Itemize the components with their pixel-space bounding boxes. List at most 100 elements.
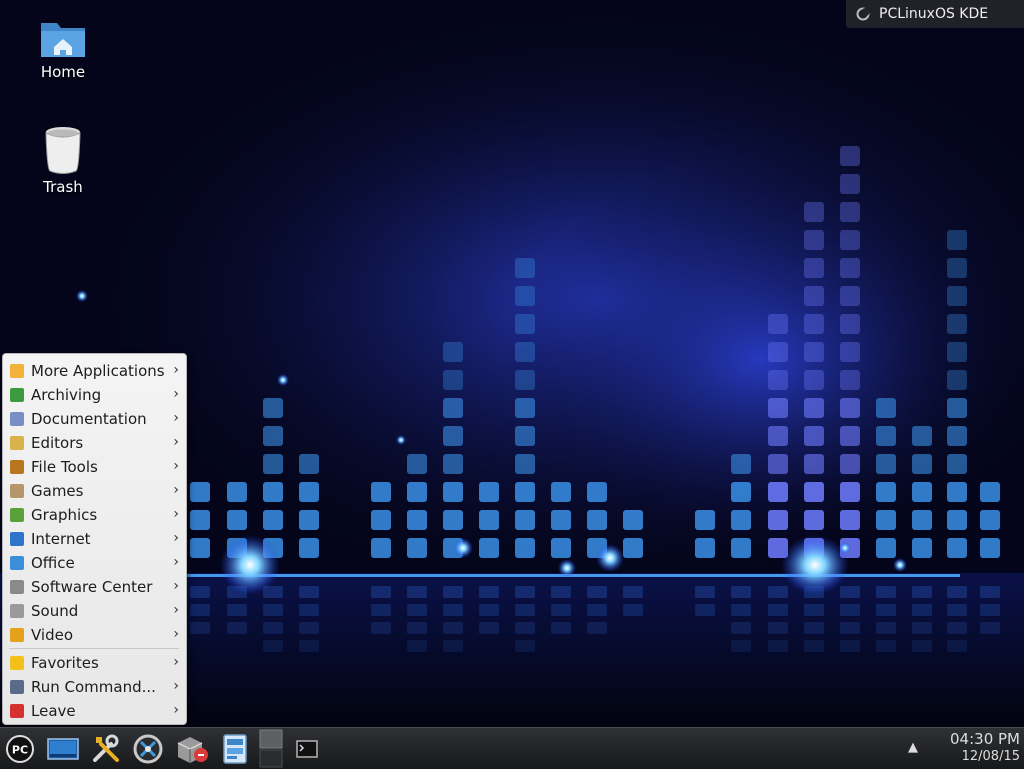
equalizer-cell <box>587 510 607 530</box>
equalizer-reflection <box>980 622 1000 634</box>
equalizer-cell <box>768 510 788 530</box>
desktop-icon-home[interactable]: Home <box>18 17 108 81</box>
equalizer-reflection <box>623 604 643 616</box>
equalizer-cell <box>371 510 391 530</box>
chevron-right-icon: › <box>173 410 179 426</box>
digital-clock[interactable]: 04:30 PM 12/08/15 <box>950 730 1020 764</box>
chevron-right-icon: › <box>173 362 179 378</box>
equalizer-reflection <box>980 586 1000 598</box>
system-tools-button[interactable] <box>88 728 124 769</box>
equalizer-cell <box>947 230 967 250</box>
equalizer-cell <box>768 342 788 362</box>
menu-item-sound[interactable]: Sound › <box>3 599 186 622</box>
editors-icon <box>10 435 24 450</box>
chevron-right-icon: › <box>173 530 179 546</box>
menu-item-label: Office <box>31 553 75 572</box>
menu-item-office[interactable]: Office › <box>3 551 186 574</box>
equalizer-reflection <box>804 640 824 652</box>
equalizer-reflection <box>479 604 499 616</box>
menu-item-archiving[interactable]: Archiving › <box>3 383 186 406</box>
equalizer-cell <box>190 482 210 502</box>
show-desktop-button[interactable] <box>44 728 82 769</box>
pager-icon <box>259 729 283 768</box>
equalizer-reflection <box>443 604 463 616</box>
desktop-icon-home-label: Home <box>40 63 86 81</box>
file-manager-button[interactable] <box>218 728 252 769</box>
control-center-icon <box>133 734 163 763</box>
equalizer-reflection <box>479 586 499 598</box>
pclinuxos-menu-button[interactable]: PC <box>2 728 38 769</box>
equalizer-reflection <box>980 604 1000 616</box>
application-menu: More Applications › Archiving › Documentatio… <box>2 353 187 725</box>
equalizer-reflection <box>768 640 788 652</box>
menu-item-internet[interactable]: Internet › <box>3 527 186 550</box>
trash-icon <box>45 127 81 174</box>
chevron-right-icon: › <box>173 434 179 450</box>
chevron-right-icon: › <box>173 702 179 718</box>
equalizer-reflection <box>587 622 607 634</box>
menu-item-leave[interactable]: Leave › <box>3 699 186 722</box>
equalizer-reflection <box>407 604 427 616</box>
equalizer-cell <box>840 370 860 390</box>
equalizer-cell <box>443 370 463 390</box>
equalizer-cell <box>876 454 896 474</box>
system-tray-expand-icon[interactable]: ▲ <box>908 740 918 755</box>
software-center-icon <box>10 579 24 594</box>
menu-item-label: Favorites <box>31 653 99 672</box>
menu-item-games[interactable]: Games › <box>3 479 186 502</box>
equalizer-cell <box>804 286 824 306</box>
internet-icon <box>10 531 24 546</box>
equalizer-reflection <box>912 604 932 616</box>
menu-item-label: Editors <box>31 433 84 452</box>
menu-item-documentation[interactable]: Documentation › <box>3 407 186 430</box>
equalizer-reflection <box>263 604 283 616</box>
menu-item-graphics[interactable]: Graphics › <box>3 503 186 526</box>
equalizer-cell <box>407 538 427 558</box>
equalizer-cell <box>876 538 896 558</box>
equalizer-cell <box>947 370 967 390</box>
equalizer-cell <box>731 538 751 558</box>
package-manager-button[interactable] <box>172 728 212 769</box>
system-tools-icon <box>93 734 119 762</box>
equalizer-cell <box>515 482 535 502</box>
equalizer-cell <box>227 510 247 530</box>
menu-item-favorites[interactable]: Favorites › <box>3 651 186 674</box>
menu-item-software-center[interactable]: Software Center › <box>3 575 186 598</box>
equalizer-reflection <box>947 622 967 634</box>
equalizer-cell <box>407 510 427 530</box>
equalizer-cell <box>876 426 896 446</box>
virtual-desktop-pager[interactable] <box>258 728 284 769</box>
equalizer-cell <box>947 510 967 530</box>
equalizer-cell <box>947 342 967 362</box>
equalizer-reflection <box>768 586 788 598</box>
menu-item-run-command[interactable]: Run Command... › <box>3 675 186 698</box>
equalizer-cell <box>768 482 788 502</box>
equalizer-reflection <box>263 640 283 652</box>
equalizer-cell <box>804 258 824 278</box>
terminal-task-button[interactable] <box>292 728 322 769</box>
pclinuxos-menu-icon: PC <box>6 734 34 763</box>
equalizer-cell <box>947 482 967 502</box>
menu-item-file-tools[interactable]: File Tools › <box>3 455 186 478</box>
equalizer-reflection <box>443 640 463 652</box>
desktop-icon-trash[interactable]: Trash <box>18 126 108 196</box>
equalizer-cell <box>947 454 967 474</box>
equalizer-reflection <box>840 604 860 616</box>
equalizer-cell <box>804 230 824 250</box>
equalizer-reflection <box>190 604 210 616</box>
menu-item-editors[interactable]: Editors › <box>3 431 186 454</box>
chevron-right-icon: › <box>173 626 179 642</box>
menu-item-more-applications[interactable]: More Applications › <box>3 359 186 382</box>
archiving-icon <box>10 387 24 402</box>
chevron-right-icon: › <box>173 602 179 618</box>
control-center-button[interactable] <box>130 728 166 769</box>
chevron-right-icon: › <box>173 506 179 522</box>
sound-icon <box>10 603 24 618</box>
menu-item-video[interactable]: Video › <box>3 623 186 646</box>
equalizer-reflection <box>407 586 427 598</box>
clock-time: 04:30 PM <box>950 730 1020 748</box>
equalizer-reflection <box>804 622 824 634</box>
equalizer-cell <box>263 482 283 502</box>
equalizer-cell <box>443 454 463 474</box>
equalizer-cell <box>947 398 967 418</box>
